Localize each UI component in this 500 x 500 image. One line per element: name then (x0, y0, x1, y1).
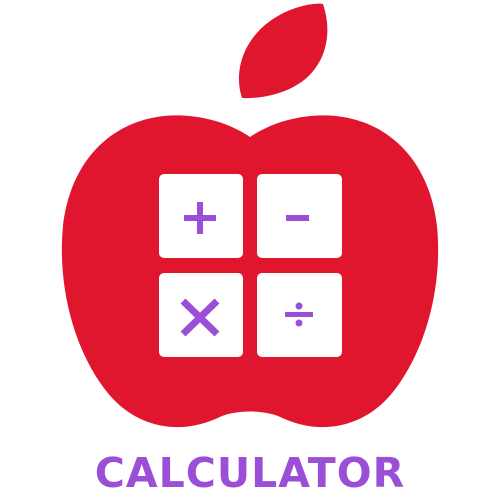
calculator-logo: CALCULATOR (0, 0, 500, 500)
apple-leaf-icon (238, 3, 328, 99)
minus-icon (286, 215, 309, 221)
apple-body-icon (61, 115, 439, 428)
apple-calculator-emblem (61, 3, 439, 428)
wordmark: CALCULATOR (94, 449, 406, 497)
